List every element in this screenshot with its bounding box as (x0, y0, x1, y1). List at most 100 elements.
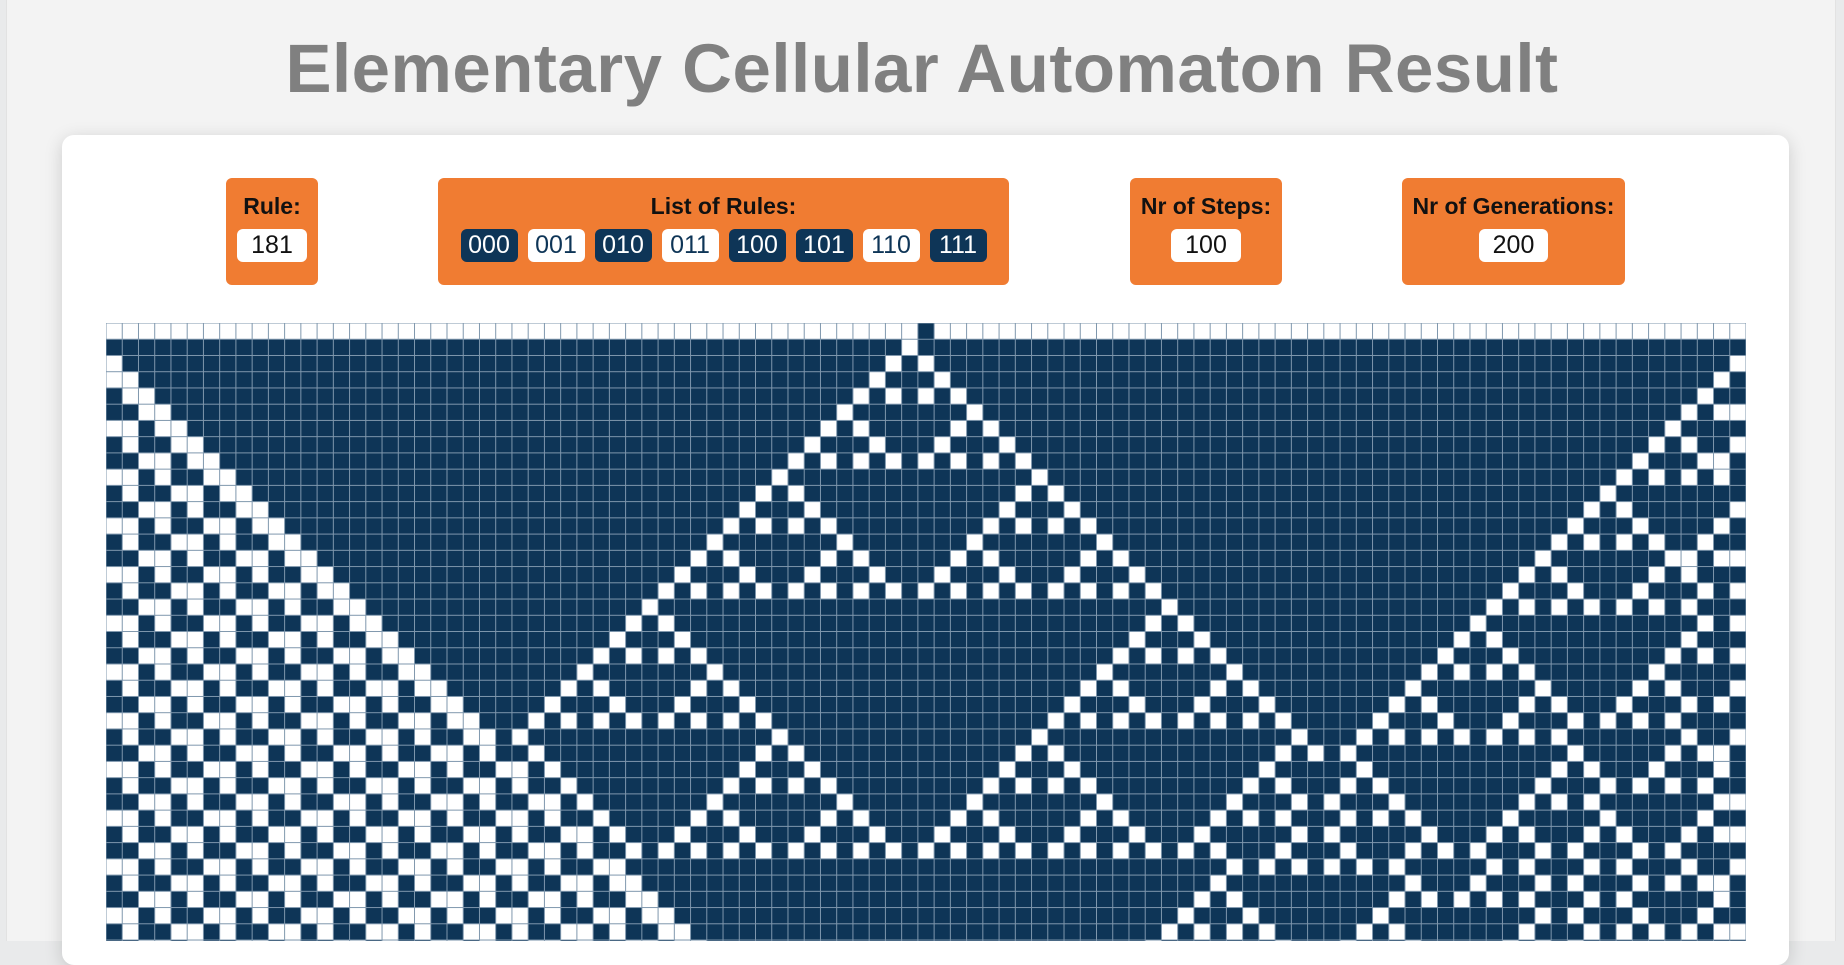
grid-cell (837, 518, 852, 533)
grid-cell (772, 535, 787, 550)
grid-cell (1568, 518, 1583, 533)
grid-cell (594, 421, 609, 436)
grid-cell (821, 421, 836, 436)
grid-cell (399, 535, 414, 550)
grid-cell (464, 518, 479, 533)
grid-cell (107, 600, 122, 615)
grid-cell (155, 372, 170, 387)
grid-cell (220, 470, 235, 485)
grid-cell (740, 811, 755, 826)
grid-cell (107, 324, 122, 339)
grid-cell (1227, 713, 1242, 728)
grid-cell (691, 681, 706, 696)
grid-cell (1357, 502, 1372, 517)
grid-cell (1113, 372, 1128, 387)
grid-cell (756, 827, 771, 842)
grid-cell (383, 567, 398, 582)
grid-cell (1422, 486, 1437, 501)
grid-cell (1682, 778, 1697, 793)
grid-cell (577, 583, 592, 598)
grid-cell (1438, 340, 1453, 355)
grid-cell (1373, 632, 1388, 647)
grid-cell (236, 762, 251, 777)
grid-cell (740, 421, 755, 436)
grid-cell (642, 632, 657, 647)
grid-cell (935, 551, 950, 566)
grid-cell (512, 470, 527, 485)
grid-cell (626, 746, 641, 761)
grid-cell (1016, 583, 1031, 598)
grid-cell (204, 388, 219, 403)
grid-cell (837, 827, 852, 842)
grid-cell (594, 372, 609, 387)
grid-cell (383, 502, 398, 517)
grid-cell (1682, 843, 1697, 858)
grid-cell (269, 664, 284, 679)
grid-cell (675, 583, 690, 598)
grid-cell (318, 437, 333, 452)
grid-cell (594, 908, 609, 923)
grid-cell (350, 421, 365, 436)
grid-cell (1276, 729, 1291, 744)
grid-cell (1048, 535, 1063, 550)
grid-cell (1422, 664, 1437, 679)
grid-cell (529, 583, 544, 598)
grid-cell (431, 924, 446, 939)
grid-cell (1227, 372, 1242, 387)
grid-cell (1178, 583, 1193, 598)
grid-cell (1081, 437, 1096, 452)
grid-cell (1698, 518, 1713, 533)
grid-cell (253, 356, 268, 371)
grid-cell (464, 502, 479, 517)
grid-cell (675, 843, 690, 858)
grid-cell (1633, 324, 1648, 339)
grid-cell (1259, 502, 1274, 517)
grid-cell (1341, 405, 1356, 420)
grid-cell (1357, 794, 1372, 809)
grid-cell (1146, 616, 1161, 631)
grid-cell (821, 697, 836, 712)
grid-cell (220, 356, 235, 371)
grid-cell (902, 388, 917, 403)
grid-cell (1243, 729, 1258, 744)
grid-cell (756, 600, 771, 615)
grid-cell (724, 453, 739, 468)
grid-cell (1535, 827, 1550, 842)
grid-cell (1178, 697, 1193, 712)
grid-cell (383, 632, 398, 647)
grid-cell (366, 697, 381, 712)
grid-cell (675, 486, 690, 501)
grid-cell (529, 567, 544, 582)
grid-cell (983, 778, 998, 793)
grid-cell (220, 908, 235, 923)
grid-cell (253, 535, 268, 550)
grid-cell (1422, 340, 1437, 355)
grid-cell (788, 372, 803, 387)
grid-cell (577, 421, 592, 436)
grid-cell (659, 421, 674, 436)
grid-cell (756, 616, 771, 631)
grid-cell (1000, 811, 1015, 826)
grid-cell (1243, 794, 1258, 809)
grid-cell (1698, 453, 1713, 468)
grid-cell (431, 632, 446, 647)
grid-cell (1259, 729, 1274, 744)
grid-cell (642, 892, 657, 907)
grid-cell (902, 729, 917, 744)
grid-cell (1211, 908, 1226, 923)
grid-cell (740, 924, 755, 939)
grid-cell (805, 388, 820, 403)
grid-cell (1552, 372, 1567, 387)
grid-cell (1698, 502, 1713, 517)
grid-cell (626, 405, 641, 420)
grid-cell (1292, 405, 1307, 420)
grid-cell (415, 340, 430, 355)
grid-cell (366, 664, 381, 679)
grid-cell (399, 470, 414, 485)
grid-cell (431, 388, 446, 403)
grid-cell (853, 859, 868, 874)
grid-cell (626, 486, 641, 501)
grid-cell (334, 388, 349, 403)
grid-cell (1682, 859, 1697, 874)
grid-cell (1698, 859, 1713, 874)
